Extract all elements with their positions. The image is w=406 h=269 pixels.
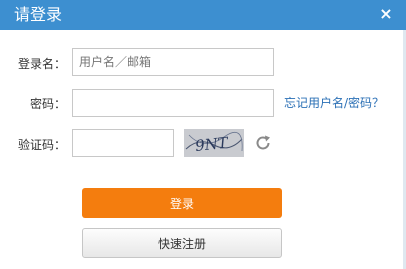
refresh-icon[interactable] <box>254 134 272 152</box>
quick-register-button[interactable]: 快速注册 <box>82 228 282 258</box>
captcha-text: 9NT <box>194 134 229 155</box>
dialog-title: 请登录 <box>14 5 63 24</box>
captcha-label: 验证码： <box>17 138 66 152</box>
captcha-input[interactable] <box>72 129 174 157</box>
captcha-image[interactable]: 9NT <box>184 129 244 157</box>
dialog-title-bar: 请登录 × <box>0 0 406 30</box>
forgot-password-link[interactable]: 忘记用户名/密码？ <box>284 95 384 111</box>
username-input[interactable] <box>72 48 274 76</box>
password-input[interactable] <box>72 89 274 117</box>
captcha-graphic: 9NT <box>184 129 244 157</box>
login-dialog: 请登录 × 登录名： 密码： 忘记用户名/密码？ 验证码： 9NT 登录 快速注… <box>0 0 406 269</box>
close-icon[interactable]: × <box>378 4 394 24</box>
password-label: 密码： <box>29 97 66 111</box>
username-label: 登录名： <box>17 57 66 71</box>
login-button[interactable]: 登录 <box>82 188 282 218</box>
